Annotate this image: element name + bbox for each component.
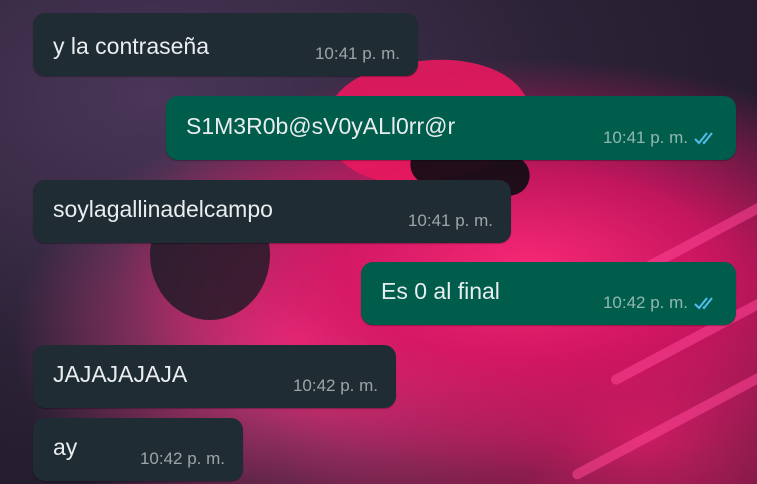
message-meta: 10:41 p. m. (315, 44, 400, 64)
message-time: 10:41 p. m. (407, 211, 493, 230)
message-meta: 10:41 p. m. (408, 211, 493, 231)
message-bubble-outgoing[interactable]: S1M3R0b@sV0yALl0rr@r 10:41 p. m. (166, 96, 736, 160)
message-bubble-incoming[interactable]: JAJAJAJAJA 10:42 p. m. (33, 345, 396, 408)
message-text: y la contraseña (53, 33, 209, 59)
message-text: soylagallinadelcampo (53, 196, 273, 222)
message-bubble-incoming[interactable]: ay 10:42 p. m. (33, 418, 243, 481)
message-bubble-incoming[interactable]: soylagallinadelcampo 10:41 p. m. (33, 180, 511, 243)
double-check-icon (694, 297, 713, 310)
message-meta: 10:41 p. m. (603, 128, 718, 148)
message-meta: 10:42 p. m. (140, 449, 225, 469)
message-time: 10:42 p. m. (139, 449, 225, 468)
wallpaper-streak (570, 368, 757, 482)
double-check-icon (694, 132, 713, 145)
message-time: 10:41 p. m. (314, 44, 400, 63)
message-time: 10:42 p. m. (292, 376, 378, 395)
message-text: S1M3R0b@sV0yALl0rr@r (186, 113, 456, 139)
message-text: JAJAJAJAJA (53, 361, 188, 387)
message-bubble-outgoing[interactable]: Es 0 al final 10:42 p. m. (361, 262, 736, 325)
message-time: 10:42 p. m. (602, 293, 688, 312)
message-meta: 10:42 p. m. (603, 293, 718, 313)
message-meta: 10:42 p. m. (293, 376, 378, 396)
message-text: ay (53, 434, 78, 460)
message-text: Es 0 al final (381, 278, 500, 304)
message-bubble-incoming[interactable]: y la contraseña 10:41 p. m. (33, 13, 418, 76)
message-time: 10:41 p. m. (602, 128, 688, 147)
